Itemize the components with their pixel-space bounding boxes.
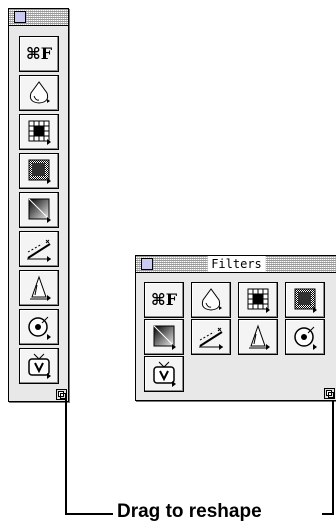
- pixelate-filter-button[interactable]: [19, 192, 59, 228]
- noise-icon: [294, 288, 317, 313]
- callout-line-left-vertical: [65, 400, 67, 515]
- distort-filter-button[interactable]: [19, 114, 59, 150]
- gradient-pixelate-icon: [153, 325, 176, 350]
- gradient-pixelate-icon: [28, 198, 51, 223]
- grid-distort-icon: [28, 120, 51, 145]
- vertical-filters-palette: ⌘F: [8, 8, 69, 402]
- video-filter-button[interactable]: [144, 356, 184, 392]
- pixelate-filter-button[interactable]: [144, 319, 184, 355]
- video-tv-icon: [28, 353, 51, 379]
- callout-line-left-horizontal: [65, 513, 113, 515]
- command-f-label: ⌘F: [150, 290, 178, 309]
- noise-icon: [28, 159, 51, 184]
- render-filter-button[interactable]: [285, 319, 325, 355]
- callout-label: Drag to reshape: [117, 501, 262, 522]
- blur-filter-button[interactable]: [191, 282, 231, 318]
- close-box[interactable]: [141, 258, 153, 270]
- stylize-filter-button[interactable]: [238, 319, 278, 355]
- sharpen-filter-button[interactable]: [19, 231, 59, 267]
- grow-box[interactable]: [56, 389, 67, 400]
- grid-distort-icon: [247, 288, 270, 313]
- light-target-icon: [28, 316, 51, 340]
- blur-filter-button[interactable]: [19, 75, 59, 111]
- video-filter-button[interactable]: [19, 348, 59, 384]
- stylize-cone-icon: [249, 324, 270, 350]
- stylize-cone-icon: [30, 275, 51, 301]
- blur-drop-icon: [29, 81, 50, 104]
- command-f-button[interactable]: ⌘F: [19, 36, 59, 72]
- sharpen-wand-icon: [199, 327, 223, 350]
- callout-line-right-vertical: [332, 400, 334, 515]
- command-f-button[interactable]: ⌘F: [144, 282, 184, 318]
- palette-title-bar[interactable]: Filters: [136, 256, 336, 273]
- palette-title: Filters: [207, 256, 266, 272]
- video-tv-icon: [153, 361, 176, 387]
- close-box[interactable]: [14, 11, 26, 23]
- stylize-filter-button[interactable]: [19, 270, 59, 306]
- sharpen-wand-icon: [27, 239, 51, 262]
- distort-filter-button[interactable]: [238, 282, 278, 318]
- noise-filter-button[interactable]: [19, 153, 59, 189]
- palette-title-bar[interactable]: [9, 9, 68, 26]
- horizontal-filters-palette: Filters ⌘F: [135, 255, 336, 401]
- render-filter-button[interactable]: [19, 309, 59, 345]
- sharpen-filter-button[interactable]: [191, 319, 231, 355]
- blur-drop-icon: [201, 288, 222, 311]
- command-f-label: ⌘F: [25, 44, 53, 63]
- light-target-icon: [294, 326, 317, 350]
- callout-line-right-horizontal: [322, 513, 334, 515]
- grow-box[interactable]: [324, 388, 335, 399]
- noise-filter-button[interactable]: [285, 282, 325, 318]
